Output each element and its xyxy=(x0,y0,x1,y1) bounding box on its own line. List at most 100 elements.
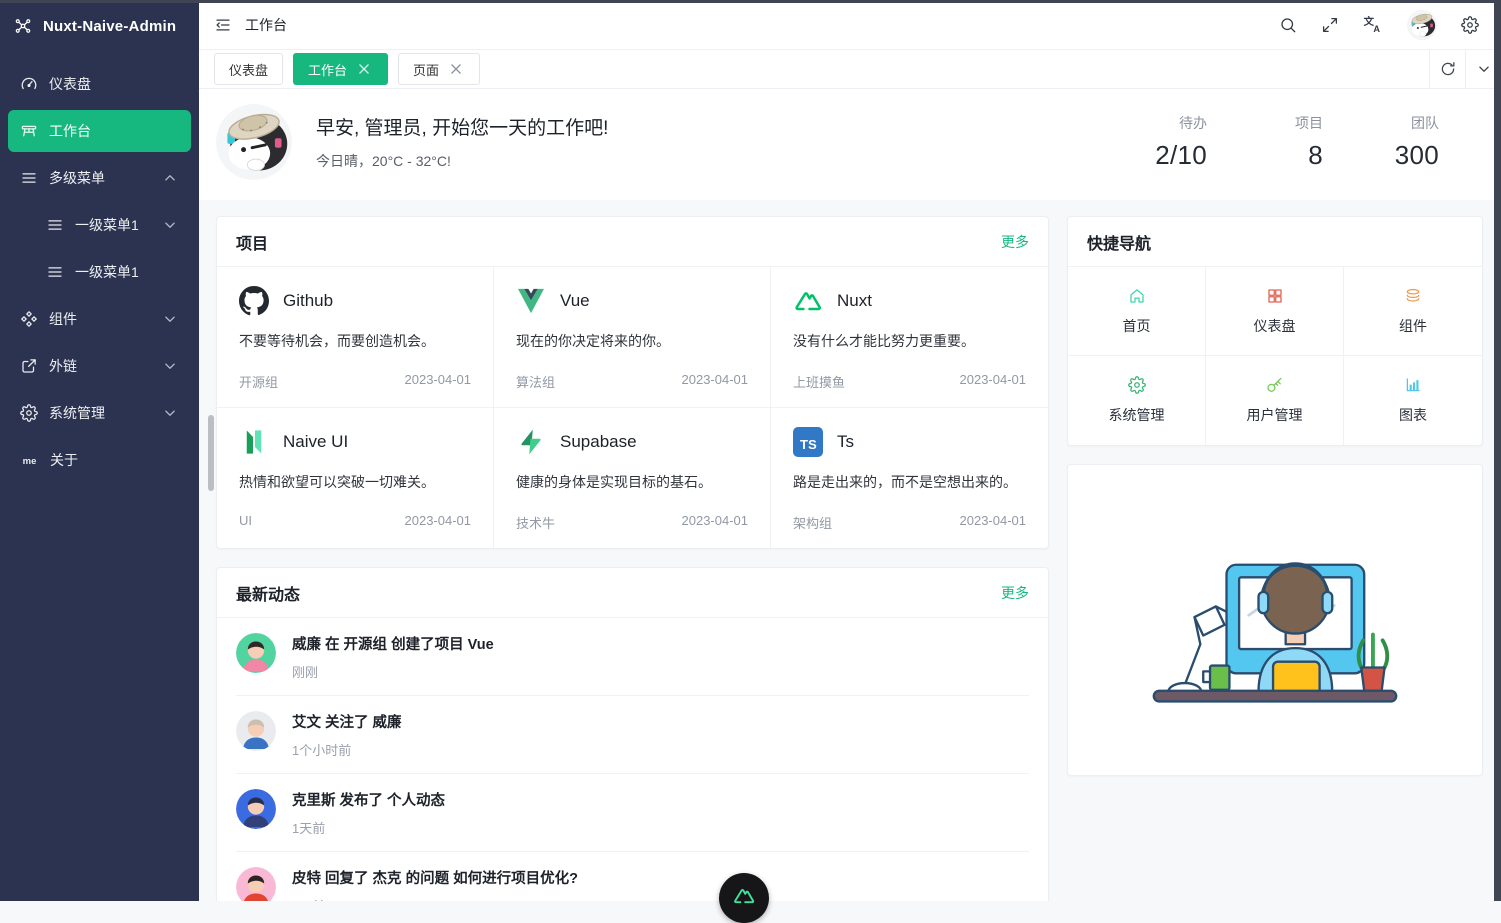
quicknav-label: 仪表盘 xyxy=(1254,316,1296,336)
tab-1[interactable]: 工作台 xyxy=(293,53,388,85)
activity-text: 威廉 在 开源组 创建了项目 Vue xyxy=(292,633,494,654)
activity-item-3: 皮特 回复了 杰克 的问题 如何进行项目优化?3天前 xyxy=(236,852,1029,901)
app-logo[interactable]: Nuxt-Naive-Admin xyxy=(0,0,199,52)
nuxt-devtools-button[interactable] xyxy=(719,873,769,923)
activity-time: 1天前 xyxy=(292,818,445,837)
activity-body: 皮特 回复了 杰克 的问题 如何进行项目优化?3天前 xyxy=(292,867,578,901)
main-area: 工作台 文A 仪表盘工作台页面 xyxy=(199,0,1501,901)
grid-icon xyxy=(1266,287,1284,305)
quicknav-layers[interactable]: 组件 xyxy=(1344,267,1482,356)
project-date: 2023-04-01 xyxy=(682,372,749,391)
project-card-typescript[interactable]: TSTs路是走出来的，而不是空想出来的。架构组2023-04-01 xyxy=(771,408,1048,548)
layers-icon xyxy=(1404,287,1422,305)
sidebar-item-gauge-0[interactable]: 仪表盘 xyxy=(8,63,191,105)
svg-text:A: A xyxy=(1373,24,1380,34)
breadcrumb: 工作台 xyxy=(245,15,287,35)
quicknav-grid[interactable]: 仪表盘 xyxy=(1206,267,1344,356)
quicknav-gear[interactable]: 系统管理 xyxy=(1068,356,1206,445)
logo-network-icon xyxy=(14,17,32,35)
app-title: Nuxt-Naive-Admin xyxy=(43,18,176,35)
sidebar-item-menu-2[interactable]: 多级菜单 xyxy=(8,157,191,199)
quicknav-bar-chart[interactable]: 图表 xyxy=(1344,356,1482,445)
activity-avatar xyxy=(236,867,276,901)
stat-1: 项目8 xyxy=(1251,113,1323,171)
topbar: 工作台 文A xyxy=(199,0,1501,50)
quicknav-card: 快捷导航 首页 仪表盘 组件系统管理用户管理图表 xyxy=(1067,216,1483,446)
activity-body: 威廉 在 开源组 创建了项目 Vue刚刚 xyxy=(292,633,494,681)
illustration-card xyxy=(1067,464,1483,776)
sidebar-item-me-8[interactable]: me关于 xyxy=(8,439,191,481)
sidebar-item-gear-7[interactable]: 系统管理 xyxy=(8,392,191,434)
stat-value: 8 xyxy=(1308,140,1323,171)
activity-list: 威廉 在 开源组 创建了项目 Vue刚刚 艾文 关注了 威廉1个小时前 克里斯 … xyxy=(217,618,1048,901)
activity-avatar xyxy=(236,633,276,673)
tabbar: 仪表盘 工作台页面 xyxy=(199,50,1501,89)
sidebar-item-external-link-6[interactable]: 外链 xyxy=(8,345,191,387)
window-right-scrollbar[interactable] xyxy=(1494,0,1501,901)
project-group: 技术牛 xyxy=(516,513,555,532)
project-footer: 算法组 2023-04-01 xyxy=(516,372,748,391)
workspace-illustration xyxy=(1115,498,1435,742)
activity-item-0: 威廉 在 开源组 创建了项目 Vue刚刚 xyxy=(236,618,1029,696)
projects-grid: Github不要等待机会，而要创造机会。开源组2023-04-01Vue现在的你… xyxy=(217,267,1048,548)
project-desc: 路是走出来的，而不是空想出来的。 xyxy=(793,472,1026,492)
search-icon[interactable] xyxy=(1279,16,1297,34)
gear-icon xyxy=(1128,376,1146,394)
tab-label: 仪表盘 xyxy=(229,60,268,79)
project-date: 2023-04-01 xyxy=(405,372,472,391)
project-desc: 热情和欲望可以突破一切难关。 xyxy=(239,472,471,492)
right-column: 快捷导航 首页 仪表盘 组件系统管理用户管理图表 xyxy=(1067,216,1483,776)
supabase-logo-icon xyxy=(516,427,546,457)
sidebar-item-menu-4[interactable]: 一级菜单1 xyxy=(8,251,191,293)
activity-more-link[interactable]: 更多 xyxy=(1001,583,1029,603)
project-group: 算法组 xyxy=(516,372,555,391)
project-card-vue[interactable]: Vue现在的你决定将来的你。算法组2023-04-01 xyxy=(494,267,771,408)
tab-0[interactable]: 仪表盘 xyxy=(214,53,283,85)
project-card-nuxt[interactable]: Nuxt没有什么才能比努力更重要。上班摸鱼2023-04-01 xyxy=(771,267,1048,408)
project-date: 2023-04-01 xyxy=(405,513,472,528)
stat-label: 团队 xyxy=(1411,113,1439,133)
sidebar-item-workbench-1[interactable]: 工作台 xyxy=(8,110,191,152)
gauge-icon xyxy=(20,75,38,93)
user-avatar[interactable] xyxy=(1407,10,1437,40)
nuxt-logo-icon xyxy=(732,884,756,908)
quicknav-title: 快捷导航 xyxy=(1087,230,1151,254)
project-name: Vue xyxy=(560,291,590,311)
chevron-down-icon xyxy=(161,216,179,234)
project-footer: 上班摸鱼2023-04-01 xyxy=(793,372,1026,391)
content-scrollbar-thumb[interactable] xyxy=(208,415,214,491)
window-top-edge xyxy=(0,0,1501,3)
quicknav-label: 首页 xyxy=(1123,316,1151,336)
projects-card: 项目 更多 Github不要等待机会，而要创造机会。开源组2023-04-01V… xyxy=(216,216,1049,549)
tab-close-icon[interactable] xyxy=(355,60,373,78)
user-avatar-large xyxy=(216,104,292,180)
activity-card: 最新动态 更多 威廉 在 开源组 创建了项目 Vue刚刚 艾文 关注了 威廉1个… xyxy=(216,567,1049,901)
svg-text:TS: TS xyxy=(800,437,817,452)
tab-close-icon[interactable] xyxy=(447,60,465,78)
settings-gear-icon[interactable] xyxy=(1461,16,1479,34)
translate-icon[interactable]: 文A xyxy=(1363,15,1383,35)
activity-text: 克里斯 发布了 个人动态 xyxy=(292,789,445,810)
sidebar-item-components-5[interactable]: 组件 xyxy=(8,298,191,340)
fullscreen-icon[interactable] xyxy=(1321,16,1339,34)
activity-body: 艾文 关注了 威廉1个小时前 xyxy=(292,711,402,759)
chevron-up-icon xyxy=(161,169,179,187)
project-footer: 架构组2023-04-01 xyxy=(793,513,1026,532)
project-name: Github xyxy=(283,291,333,311)
project-card-naive-ui[interactable]: Naive UI热情和欲望可以突破一切难关。UI2023-04-01 xyxy=(217,408,494,548)
activity-time: 3天前 xyxy=(292,896,578,901)
sidebar: Nuxt-Naive-Admin 仪表盘工作台多级菜单一级菜单1 一级菜单1 组件外… xyxy=(0,0,199,901)
menu-fold-icon[interactable] xyxy=(214,16,232,34)
tab-2[interactable]: 页面 xyxy=(398,53,480,85)
project-card-supabase[interactable]: Supabase健康的身体是实现目标的基石。技术牛2023-04-01 xyxy=(494,408,771,548)
activity-time: 1个小时前 xyxy=(292,740,402,759)
refresh-tab-icon[interactable] xyxy=(1429,50,1465,88)
projects-more-link[interactable]: 更多 xyxy=(1001,232,1029,252)
stat-value: 300 xyxy=(1395,140,1439,171)
stat-label: 待办 xyxy=(1179,113,1207,133)
project-card-github[interactable]: Github不要等待机会，而要创造机会。开源组2023-04-01 xyxy=(217,267,494,408)
left-column: 项目 更多 Github不要等待机会，而要创造机会。开源组2023-04-01V… xyxy=(216,216,1049,901)
quicknav-home[interactable]: 首页 xyxy=(1068,267,1206,356)
sidebar-item-menu-3[interactable]: 一级菜单1 xyxy=(8,204,191,246)
quicknav-key[interactable]: 用户管理 xyxy=(1206,356,1344,445)
